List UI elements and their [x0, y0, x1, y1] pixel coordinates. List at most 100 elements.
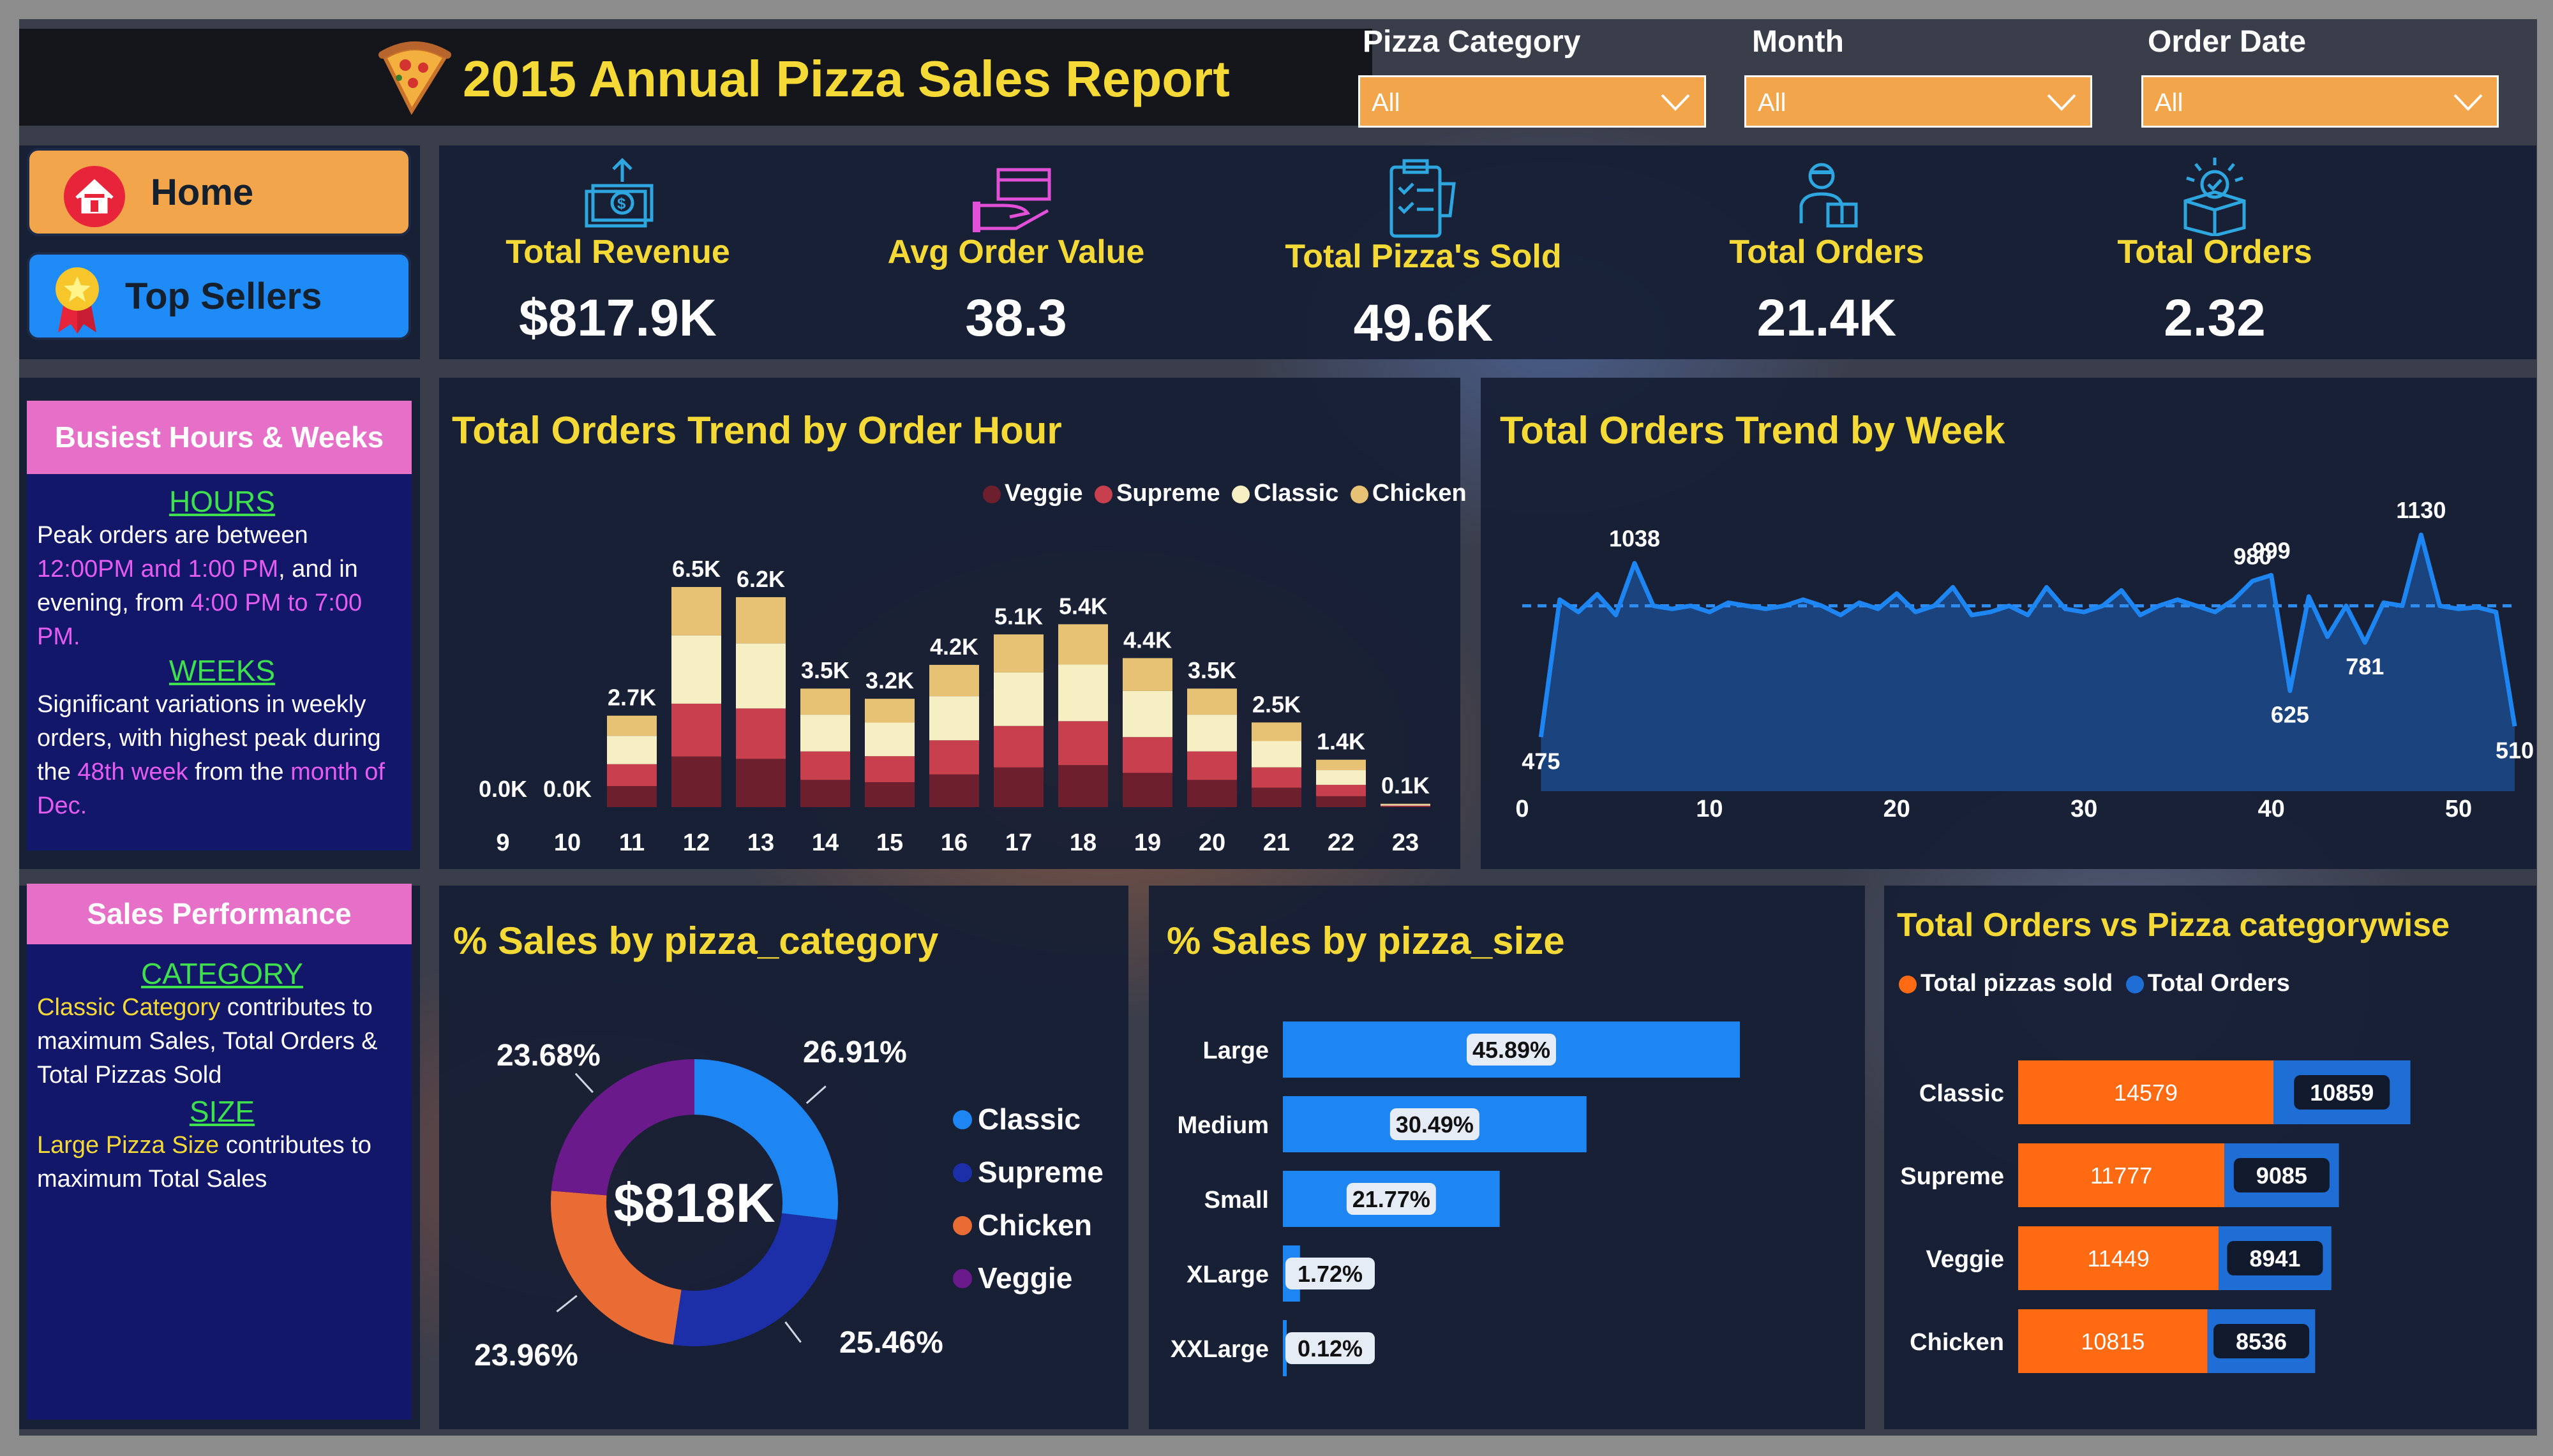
- bar-segment-supreme: [671, 703, 721, 757]
- legend-pizzas-sold: Total pizzas sold: [1920, 970, 2113, 997]
- dropdown-value: All: [2155, 89, 2183, 117]
- size-bar-chart: Large 45.89% Medium 30.49% Small 21.77% XLarge…: [1171, 1021, 1740, 1376]
- bar-segment-veggie: [736, 759, 786, 807]
- bar-segment-supreme: [929, 740, 979, 775]
- y-tick-label: Supreme: [1900, 1163, 2004, 1190]
- bar-segment-classic: [994, 672, 1044, 726]
- kpi-value: 2.32: [2164, 289, 2266, 347]
- x-tick-label: 11: [619, 829, 645, 856]
- y-tick-label: XLarge: [1187, 1261, 1269, 1288]
- total-orders-label: 8941: [2249, 1245, 2300, 1272]
- bar-segment-classic: [671, 635, 721, 704]
- hour-chart-title: Total Orders Trend by Order Hour: [452, 409, 1062, 452]
- donut-leader-line: [556, 1295, 578, 1312]
- chevron-down-icon: [2453, 94, 2483, 111]
- category-orders-chart: Classic 14579 10859 Supreme 11777 9085 Veggie 1…: [1900, 1060, 2411, 1373]
- top-sellers-button[interactable]: Top Sellers: [27, 252, 411, 340]
- order-date-dropdown[interactable]: All: [2141, 75, 2499, 128]
- chevron-down-icon: [2047, 94, 2076, 111]
- x-tick-label: 19: [1134, 829, 1161, 856]
- filter-label-order-date: Order Date: [2148, 25, 2307, 59]
- box-check-icon: [2183, 158, 2246, 236]
- sales-perf-heading: Sales Performance: [27, 884, 412, 944]
- kpi-title: Avg Order Value: [887, 234, 1145, 271]
- bar-segment-chicken: [736, 597, 786, 644]
- point-label: 510: [2496, 737, 2534, 763]
- bar-segment-supreme: [865, 756, 915, 782]
- category-orders-title: Total Orders vs Pizza categorywise: [1897, 907, 2450, 944]
- bar-segment-classic: [865, 722, 915, 757]
- kpi-value: 21.4K: [1756, 289, 1897, 347]
- bar-value-label: 2.7K: [608, 685, 656, 711]
- x-tick-label: 18: [1070, 829, 1097, 856]
- bar-value-label: 3.5K: [1188, 657, 1236, 683]
- value-label: 45.89%: [1472, 1037, 1550, 1063]
- category-heading: CATEGORY: [141, 957, 303, 990]
- bar-segment-veggie: [994, 767, 1044, 807]
- busiest-text: HOURS Peak orders are between 12:00PM an…: [37, 485, 407, 823]
- bar-segment-classic: [1123, 690, 1172, 738]
- x-tick-label: 50: [2445, 796, 2472, 822]
- legend-supreme: Supreme: [1116, 480, 1220, 507]
- week-line-chart: 475103898099962578111305100 10 20 30 40 50: [1515, 497, 2534, 822]
- y-tick-label: XXLarge: [1171, 1336, 1269, 1363]
- size-heading: SIZE: [189, 1095, 255, 1128]
- legend-dot-supreme: [1095, 485, 1113, 503]
- weeks-text-2: from the: [188, 759, 291, 785]
- hand-money-icon: [973, 168, 1051, 232]
- bar-segment-veggie: [865, 782, 915, 807]
- bar-segment-supreme: [1058, 721, 1108, 766]
- slice-label-chicken: 23.96%: [474, 1339, 578, 1372]
- pizza-icon: [378, 41, 451, 115]
- value-label: 1.72%: [1298, 1261, 1363, 1287]
- legend-dot-supreme: [953, 1163, 972, 1182]
- x-tick-label: 9: [496, 829, 509, 856]
- bar-value-label: 4.4K: [1123, 627, 1172, 653]
- bar-segment-classic: [1316, 770, 1366, 785]
- clipboard-icon: [1389, 159, 1456, 238]
- filter-label-pizza-category: Pizza Category: [1363, 25, 1581, 59]
- top-sellers-label: Top Sellers: [125, 276, 322, 317]
- month-dropdown[interactable]: All: [1744, 75, 2092, 128]
- x-tick-label: 10: [554, 829, 581, 856]
- kpi-value: 49.6K: [1353, 294, 1494, 352]
- bar-segment-chicken: [800, 688, 850, 715]
- pizzas-sold-label: 11777: [2090, 1163, 2152, 1189]
- bar-segment-supreme: [994, 725, 1044, 768]
- point-label: 781: [2346, 653, 2384, 680]
- hour-chart-legend: Veggie Supreme Classic Chicken: [983, 480, 1467, 507]
- kpi-value: $817.9K: [518, 289, 717, 347]
- bar-value-label: 3.5K: [801, 657, 850, 683]
- bar-value-label: 6.5K: [672, 556, 721, 582]
- kpi-title: Total Revenue: [505, 234, 730, 271]
- x-tick-label: 15: [876, 829, 903, 856]
- weeks-highlight-1: 48th week: [77, 759, 188, 785]
- chevron-down-icon: [1661, 94, 1690, 111]
- legend-total-orders: Total Orders: [2147, 970, 2290, 997]
- weeks-heading: WEEKS: [168, 654, 276, 687]
- bar-segment-veggie: [1187, 780, 1237, 807]
- pizza-category-dropdown[interactable]: All: [1358, 75, 1706, 128]
- point-label: 1130: [2396, 497, 2446, 523]
- money-icon: $: [585, 158, 654, 228]
- slice-label-supreme: 25.46%: [839, 1326, 943, 1360]
- y-tick-label: Medium: [1177, 1112, 1269, 1139]
- x-tick-label: 20: [1883, 796, 1910, 822]
- y-tick-label: Large: [1203, 1037, 1269, 1064]
- bar-value-label: 4.2K: [930, 634, 978, 660]
- bar-segment-chicken: [1187, 688, 1237, 715]
- bar-segment-classic: [1187, 715, 1237, 752]
- category-donut-chart: 26.91% 25.46% 23.96% 23.68% $818K Classic Supr…: [474, 1036, 1104, 1372]
- bar-segment-classic: [607, 736, 657, 764]
- bar-value-label: 5.4K: [1059, 593, 1107, 619]
- legend-chicken: Chicken: [1372, 480, 1467, 507]
- home-button[interactable]: Home: [27, 148, 411, 236]
- bar-value-label: 2.5K: [1252, 691, 1301, 717]
- hour-bar-chart: 0.0K 9 0.0K 10 2.7K 11 6.5K 12 6.2K 13 3.5K 14 3.2K 1…: [479, 556, 1430, 856]
- value-label: 21.77%: [1352, 1186, 1430, 1212]
- legend-classic: Classic: [1254, 480, 1339, 507]
- bar-segment-veggie: [1123, 773, 1172, 807]
- x-tick-label: 22: [1328, 829, 1354, 856]
- x-tick-label: 14: [812, 829, 839, 856]
- x-tick-label: 0: [1515, 796, 1529, 822]
